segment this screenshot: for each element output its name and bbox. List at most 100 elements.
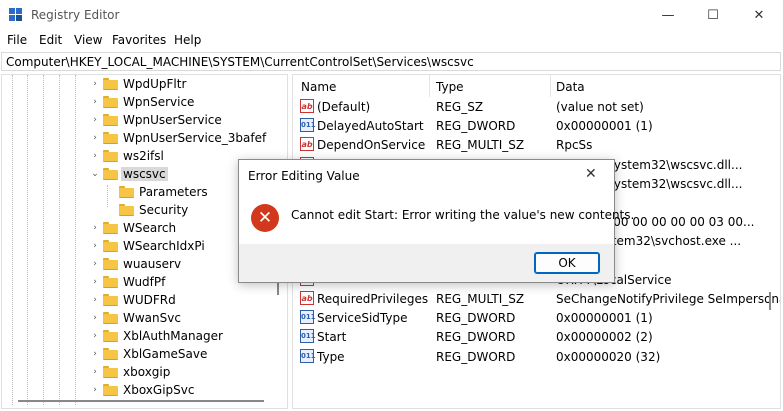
tree-item-label: Security xyxy=(139,203,189,217)
chevron-right-icon[interactable]: › xyxy=(90,383,100,397)
chevron-right-icon[interactable]: › xyxy=(90,95,100,109)
binary-value-icon: 011 xyxy=(300,118,316,133)
value-type: REG_DWORD xyxy=(436,311,516,326)
folder-icon xyxy=(103,294,118,306)
error-icon: ✕ xyxy=(251,204,279,232)
folder-icon xyxy=(103,132,118,144)
tree-item[interactable]: › ws2ifsl xyxy=(2,147,272,165)
chevron-right-icon[interactable]: › xyxy=(90,365,100,379)
tree-item-label: XblGameSave xyxy=(123,347,208,361)
value-row[interactable]: ab DependOnService REG_MULTI_SZ RpcSs xyxy=(293,135,780,154)
menu-bar: File Edit View Favorites Help xyxy=(0,32,783,50)
tree-item-label: WpnService xyxy=(123,95,195,109)
tree-item[interactable]: › WpnService xyxy=(2,93,272,111)
chevron-right-icon[interactable]: › xyxy=(90,275,100,289)
folder-icon xyxy=(103,222,118,234)
tree-item[interactable]: › XboxGipSvc xyxy=(2,381,272,399)
menu-file[interactable]: File xyxy=(7,33,27,47)
tree-item[interactable]: › XblGameSave xyxy=(2,345,272,363)
title-bar: Registry Editor — ☐ ✕ xyxy=(0,0,783,32)
value-data: (value not set) xyxy=(556,100,644,114)
tree-item[interactable]: › XblAuthManager xyxy=(2,327,272,345)
tree-item-label: XblAuthManager xyxy=(123,329,223,343)
column-header-name[interactable]: Name xyxy=(301,80,336,94)
value-name: ServiceSidType xyxy=(317,311,408,326)
string-value-icon: ab xyxy=(300,99,314,113)
error-dialog: Error Editing Value ✕ ✕ Cannot edit Star… xyxy=(238,159,634,283)
folder-icon xyxy=(103,240,118,252)
tree-item[interactable]: › WudfPf xyxy=(2,273,272,291)
chevron-right-icon[interactable]: › xyxy=(90,131,100,145)
folder-icon xyxy=(103,150,118,162)
value-name: Start xyxy=(317,330,347,345)
string-value-icon: ab xyxy=(300,291,314,305)
tree-item-label: WpnUserService xyxy=(123,113,222,127)
menu-view[interactable]: View xyxy=(74,33,102,47)
value-name: DelayedAutoStart xyxy=(317,119,424,134)
value-row[interactable]: 011 Start REG_DWORD 0x00000002 (2) xyxy=(293,327,780,346)
chevron-right-icon[interactable]: › xyxy=(90,77,100,91)
tree-item-label: wscsvc xyxy=(121,167,168,181)
value-type: REG_DWORD xyxy=(436,119,516,134)
folder-icon xyxy=(103,78,118,90)
chevron-right-icon[interactable]: › xyxy=(90,293,100,307)
maximize-button[interactable]: ☐ xyxy=(690,0,736,30)
tree-item[interactable]: › WUDFRd xyxy=(2,291,272,309)
tree-item[interactable]: Parameters xyxy=(2,183,272,201)
tree-item[interactable]: ⌄ wscsvc xyxy=(2,165,272,183)
menu-help[interactable]: Help xyxy=(174,33,201,47)
chevron-right-icon[interactable]: › xyxy=(90,347,100,361)
tree-item[interactable]: › WpnUserService_3bafef xyxy=(2,129,272,147)
list-vertical-scrollbar[interactable] xyxy=(769,292,771,310)
tree-item-label: WwanSvc xyxy=(123,311,181,325)
tree-item[interactable]: › wuauserv xyxy=(2,255,272,273)
value-data: 0x00000001 (1) xyxy=(556,119,653,134)
tree-item-label: WUDFRd xyxy=(123,293,176,307)
chevron-right-icon[interactable]: › xyxy=(90,239,100,253)
window-title: Registry Editor xyxy=(31,8,120,22)
address-bar[interactable]: Computer\HKEY_LOCAL_MACHINE\SYSTEM\Curre… xyxy=(1,52,781,71)
folder-icon xyxy=(103,96,118,108)
tree-item[interactable]: › WSearchIdxPi xyxy=(2,237,272,255)
chevron-right-icon[interactable]: › xyxy=(90,113,100,127)
folder-icon xyxy=(103,330,118,342)
registry-editor-icon xyxy=(9,8,23,22)
tree-item[interactable]: › WpnUserService xyxy=(2,111,272,129)
folder-icon xyxy=(103,348,118,360)
chevron-right-icon[interactable]: › xyxy=(90,257,100,271)
binary-value-icon: 011 xyxy=(300,310,316,325)
minimize-button[interactable]: — xyxy=(645,0,691,30)
chevron-right-icon[interactable]: › xyxy=(90,221,100,235)
tree-item[interactable]: Security xyxy=(2,201,272,219)
value-type: REG_MULTI_SZ xyxy=(436,292,525,306)
tree-item[interactable]: › WwanSvc xyxy=(2,309,272,327)
chevron-right-icon[interactable]: › xyxy=(90,149,100,163)
column-header-type[interactable]: Type xyxy=(436,80,464,94)
tree-horizontal-scrollbar[interactable] xyxy=(18,400,264,402)
close-window-button[interactable]: ✕ xyxy=(736,0,782,30)
tree-item[interactable]: › WpdUpFltr xyxy=(2,75,272,93)
dialog-message: Cannot edit Start: Error writing the val… xyxy=(291,208,635,222)
column-header-data[interactable]: Data xyxy=(556,80,585,94)
chevron-right-icon[interactable]: › xyxy=(90,311,100,325)
chevron-right-icon[interactable]: › xyxy=(90,329,100,343)
value-name: RequiredPrivileges xyxy=(317,292,429,306)
value-row[interactable]: 011 Type REG_DWORD 0x00000020 (32) xyxy=(293,347,780,366)
menu-edit[interactable]: Edit xyxy=(39,33,62,47)
value-name: Type xyxy=(317,349,345,364)
dialog-close-button[interactable]: ✕ xyxy=(585,166,597,182)
value-name: (Default) xyxy=(317,100,371,114)
chevron-down-icon[interactable]: ⌄ xyxy=(90,167,100,181)
value-data: 0x00000001 (1) xyxy=(556,311,653,326)
ok-button[interactable]: OK xyxy=(534,252,600,274)
value-data: RpcSs xyxy=(556,138,593,153)
tree-item[interactable]: › xboxgip xyxy=(2,363,272,381)
value-row[interactable]: 011 ServiceSidType REG_DWORD 0x00000001 (1) xyxy=(293,308,780,327)
value-data: 0x00000002 (2) xyxy=(556,330,653,345)
value-row[interactable]: ab RequiredPrivileges REG_MULTI_SZ SeChange… xyxy=(293,289,780,308)
value-row[interactable]: 011 DelayedAutoStart REG_DWORD 0x00000001 (… xyxy=(293,116,780,135)
tree-item[interactable]: › WSearch xyxy=(2,219,272,237)
menu-favorites[interactable]: Favorites xyxy=(112,33,166,47)
value-row[interactable]: ab (Default) REG_SZ (value not set) xyxy=(293,97,780,116)
tree-item-label: WudfPf xyxy=(123,275,166,289)
